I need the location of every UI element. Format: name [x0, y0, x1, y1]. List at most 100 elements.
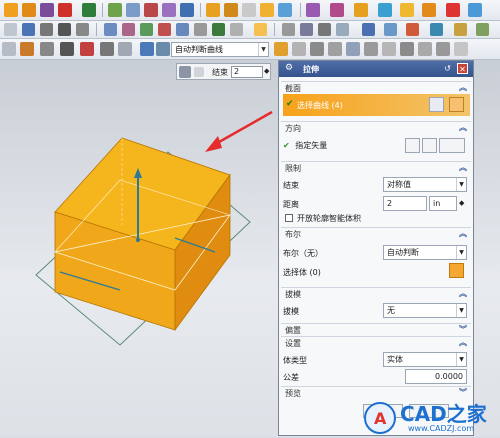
toolbar-icon[interactable] [118, 42, 132, 56]
toolbar-icon[interactable] [100, 42, 114, 56]
toolbar-icon[interactable] [212, 23, 225, 36]
toolbar-icon[interactable] [468, 3, 482, 17]
end-dropdown[interactable]: 对称值 ▼ [383, 177, 467, 192]
toolbar-icon[interactable] [292, 42, 306, 56]
toolbar-icon[interactable] [362, 23, 375, 36]
toolbar-icon[interactable] [346, 42, 360, 56]
section-header-draft[interactable]: 拔模 ︽ [281, 287, 471, 299]
cube-icon[interactable] [179, 66, 191, 78]
close-icon[interactable]: ✕ [457, 63, 468, 74]
spinner-icon[interactable]: ◆ [459, 199, 464, 207]
toolbar-icon[interactable] [20, 42, 34, 56]
end-value-input[interactable]: 2 [231, 66, 263, 78]
toolbar-icon[interactable] [282, 23, 295, 36]
toolbar-icon[interactable] [194, 23, 207, 36]
toolbar-icon[interactable] [76, 23, 89, 36]
body-type-dropdown[interactable]: 实体 ▼ [383, 352, 467, 367]
toolbar-icon[interactable] [260, 3, 274, 17]
distance-input[interactable]: 2 [383, 196, 427, 211]
toolbar-icon[interactable] [310, 42, 324, 56]
reverse-direction-button[interactable] [405, 138, 420, 153]
toolbar-icon[interactable] [4, 3, 18, 17]
toolbar-icon[interactable] [476, 23, 489, 36]
toolbar-icon[interactable] [156, 42, 170, 56]
curve-button[interactable] [449, 97, 464, 112]
toolbar-icon[interactable] [330, 3, 344, 17]
toolbar-icon[interactable] [430, 23, 443, 36]
tolerance-label: 公差 [283, 373, 299, 382]
toolbar-icon[interactable] [224, 3, 238, 17]
toolbar-icon[interactable] [206, 3, 220, 17]
toolbar-icon[interactable] [400, 3, 414, 17]
toolbar-icon[interactable] [254, 23, 267, 36]
unit-dropdown[interactable]: in [429, 196, 457, 211]
toolbar-icon[interactable] [22, 23, 35, 36]
section-header-direction[interactable]: 方向 ︽ [281, 121, 471, 133]
select-body-button[interactable] [449, 263, 464, 278]
toolbar-icon[interactable] [22, 3, 36, 17]
toolbar-icon[interactable] [382, 42, 396, 56]
toolbar-icon[interactable] [158, 23, 171, 36]
toolbar-icon[interactable] [126, 3, 140, 17]
toolbar-icon[interactable] [176, 23, 189, 36]
toolbar-icon[interactable] [122, 23, 135, 36]
select-curve-row[interactable]: ✔ 选择曲线 (4) [283, 94, 470, 116]
toolbar-icon[interactable] [80, 42, 94, 56]
toolbar-icon[interactable] [40, 23, 53, 36]
draft-dropdown[interactable]: 无 ▼ [383, 303, 467, 318]
toolbar-icon[interactable] [60, 42, 74, 56]
toolbar-icon[interactable] [140, 23, 153, 36]
separator [96, 23, 97, 36]
toolbar-icon[interactable] [140, 42, 154, 56]
toolbar-icon[interactable] [274, 42, 288, 56]
section-header-section[interactable]: 截面 ︽ [281, 81, 471, 93]
toolbar-icon[interactable] [306, 3, 320, 17]
toolbar-icon[interactable] [454, 42, 468, 56]
section-header-settings[interactable]: 设置 ︽ [281, 336, 471, 348]
toolbar-icon[interactable] [454, 23, 467, 36]
toolbar-icon[interactable] [180, 3, 194, 17]
toolbar-icon[interactable] [446, 3, 460, 17]
section-header-offset[interactable]: 偏置 ︾ [281, 323, 471, 335]
toolbar-icon[interactable] [378, 3, 392, 17]
tolerance-input[interactable]: 0.0000 [405, 369, 467, 384]
chevron-down-icon[interactable] [194, 67, 204, 77]
toolbar-icon[interactable] [364, 42, 378, 56]
toolbar-icon[interactable] [230, 23, 243, 36]
toolbar-icon[interactable] [336, 23, 349, 36]
toolbar-icon[interactable] [108, 3, 122, 17]
toolbar-icon[interactable] [82, 3, 96, 17]
curve-rule-dropdown[interactable]: 自动判断曲线 ▼ [171, 42, 269, 57]
toolbar-icon[interactable] [242, 3, 256, 17]
section-header-boolean[interactable]: 布尔 ︽ [281, 227, 471, 239]
toolbar-icon[interactable] [58, 23, 71, 36]
toolbar-icon[interactable] [40, 42, 54, 56]
toolbar-icon[interactable] [406, 23, 419, 36]
vector-type-dropdown[interactable] [439, 138, 465, 153]
toolbar-icon[interactable] [328, 42, 342, 56]
toolbar-icon[interactable] [40, 3, 54, 17]
toolbar-icon[interactable] [2, 42, 16, 56]
section-header-limits[interactable]: 限制 ︽ [281, 161, 471, 173]
toolbar-icon[interactable] [400, 42, 414, 56]
toolbar-icon[interactable] [422, 3, 436, 17]
spinner-icon[interactable]: ◆ [264, 67, 269, 75]
toolbar-icon[interactable] [318, 23, 331, 36]
vector-dialog-button[interactable] [422, 138, 437, 153]
toolbar-icon[interactable] [418, 42, 432, 56]
toolbar-icon[interactable] [162, 3, 176, 17]
toolbar-icon[interactable] [300, 23, 313, 36]
reset-icon[interactable]: ↺ [442, 63, 453, 74]
boolean-dropdown[interactable]: 自动判断 ▼ [383, 245, 467, 260]
sketch-section-button[interactable] [429, 97, 444, 112]
toolbar-icon[interactable] [104, 23, 117, 36]
gear-icon[interactable]: ⚙ [285, 63, 296, 74]
toolbar-icon[interactable] [436, 42, 450, 56]
toolbar-icon[interactable] [4, 23, 17, 36]
toolbar-icon[interactable] [278, 3, 292, 17]
toolbar-icon[interactable] [354, 3, 368, 17]
open-profile-checkbox[interactable] [285, 214, 293, 222]
toolbar-icon[interactable] [58, 3, 72, 17]
toolbar-icon[interactable] [384, 23, 397, 36]
toolbar-icon[interactable] [144, 3, 158, 17]
